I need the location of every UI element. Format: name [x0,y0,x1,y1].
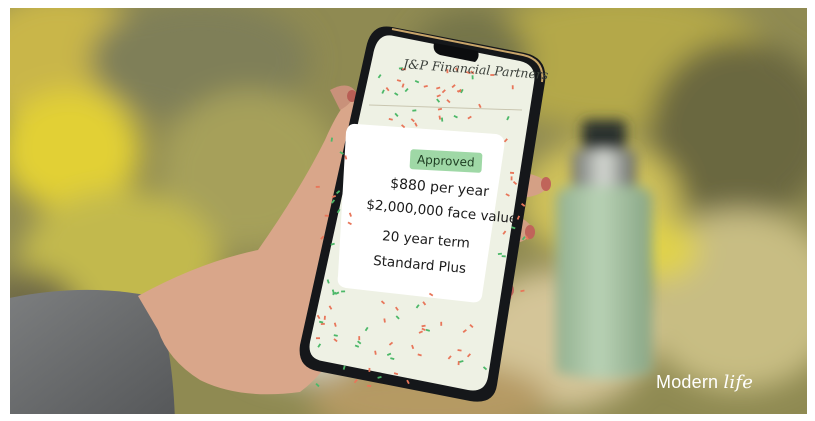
confetti-piece [315,185,320,188]
confetti-piece [440,321,443,326]
confetti-piece [367,384,372,387]
confetti-piece [316,337,320,340]
confetti-piece [324,214,329,217]
confetti-piece [511,85,514,90]
photo-scene: J&P Financial Partners Approved $880 per… [0,0,815,421]
confetti-piece [341,290,346,293]
confetti-piece [368,367,371,372]
confetti-piece [457,90,462,93]
confetti-piece [501,255,506,258]
confetti-piece [509,171,515,174]
modern-life-logo: Modern life [656,372,754,393]
confetti-piece [323,315,326,320]
confetti-piece [510,176,513,181]
status-badge: Approved [409,149,483,173]
confetti-piece [358,336,361,341]
